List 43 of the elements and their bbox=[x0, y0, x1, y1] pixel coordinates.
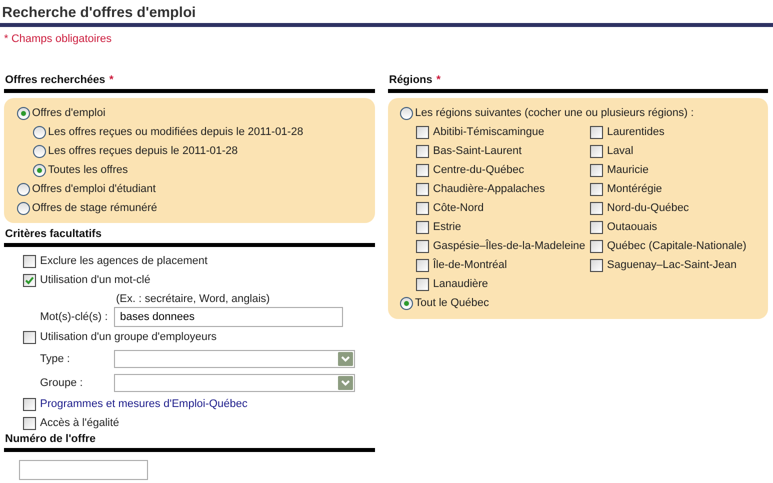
radio-label[interactable]: Toutes les offres bbox=[48, 162, 128, 179]
radio-label[interactable]: Offres d'emploi bbox=[32, 105, 106, 122]
checkbox-label[interactable]: Lanaudière bbox=[433, 276, 488, 293]
field-label: Type : bbox=[40, 352, 71, 367]
checkbox-label[interactable]: Montérégie bbox=[607, 181, 662, 198]
section-heading: Numéro de l'offre bbox=[5, 433, 96, 446]
required-mark: * bbox=[109, 74, 114, 87]
checkbox-label[interactable]: Exclure les agences de placement bbox=[40, 253, 208, 270]
checkbox-label[interactable]: Nord-du-Québec bbox=[607, 200, 689, 217]
checkbox-label[interactable]: Bas-Saint-Laurent bbox=[433, 143, 522, 160]
required-mark: * bbox=[436, 74, 441, 87]
radio-label[interactable]: Offres d'emploi d'étudiant bbox=[32, 181, 156, 198]
checkbox-label[interactable]: Estrie bbox=[433, 219, 462, 236]
field-label: Groupe : bbox=[40, 376, 84, 391]
section-heading: Offres recherchées bbox=[5, 74, 106, 87]
checkbox-label[interactable]: Saguenay–Lac-Saint-Jean bbox=[607, 257, 737, 274]
checkbox-label[interactable]: Gaspésie–Îles-de-la-Madeleine bbox=[433, 238, 586, 255]
section-heading: Régions bbox=[389, 74, 432, 87]
radio-label[interactable]: Offres de stage rémunéré bbox=[32, 200, 158, 217]
checkbox-label[interactable]: Québec (Capitale-Nationale) bbox=[607, 238, 746, 255]
checkbox-label[interactable]: Utilisation d'un mot-clé bbox=[40, 272, 150, 289]
section-heading: Critères facultatifs bbox=[5, 228, 102, 241]
page-title: Recherche d'offres d'emploi bbox=[2, 5, 196, 21]
required-fields-note: * Champs obligatoires bbox=[4, 33, 112, 45]
checkbox-label[interactable]: Laval bbox=[607, 143, 634, 160]
checkbox-label[interactable]: Chaudière-Appalaches bbox=[433, 181, 545, 198]
field-label: Mot(s)-clé(s) : bbox=[40, 310, 109, 325]
hint-text: (Ex. : secrétaire, Word, anglais) bbox=[116, 293, 270, 305]
radio-label[interactable]: Les offres reçues depuis le 2011-01-28 bbox=[48, 143, 238, 160]
checkbox-label[interactable]: Accès à l'égalité bbox=[40, 415, 120, 432]
checkbox-label[interactable]: Laurentides bbox=[607, 124, 664, 141]
keyword-field[interactable]: bases donnees bbox=[114, 307, 343, 327]
radio-label[interactable]: Tout le Québec bbox=[415, 295, 489, 312]
checkbox-label[interactable]: Côte-Nord bbox=[433, 200, 484, 217]
link[interactable]: Programmes et mesures d'Emploi-Québec bbox=[40, 396, 248, 413]
checkbox-label[interactable]: Abitibi-Témiscamingue bbox=[433, 124, 544, 141]
radio-label[interactable]: Les offres reçues ou modifiées depuis le 2011-01-28 bbox=[48, 124, 304, 141]
radio-label[interactable]: Les régions suivantes (cocher une ou plusieurs régions) : bbox=[415, 105, 694, 122]
checkbox-label[interactable]: Mauricie bbox=[607, 162, 649, 179]
checkbox-label[interactable]: Outaouais bbox=[607, 219, 658, 236]
checkbox-label[interactable]: Centre-du-Québec bbox=[433, 162, 524, 179]
checkbox-label[interactable]: Île-de-Montréal bbox=[433, 257, 507, 274]
checkbox-label[interactable]: Utilisation d'un groupe d'employeurs bbox=[40, 329, 217, 346]
